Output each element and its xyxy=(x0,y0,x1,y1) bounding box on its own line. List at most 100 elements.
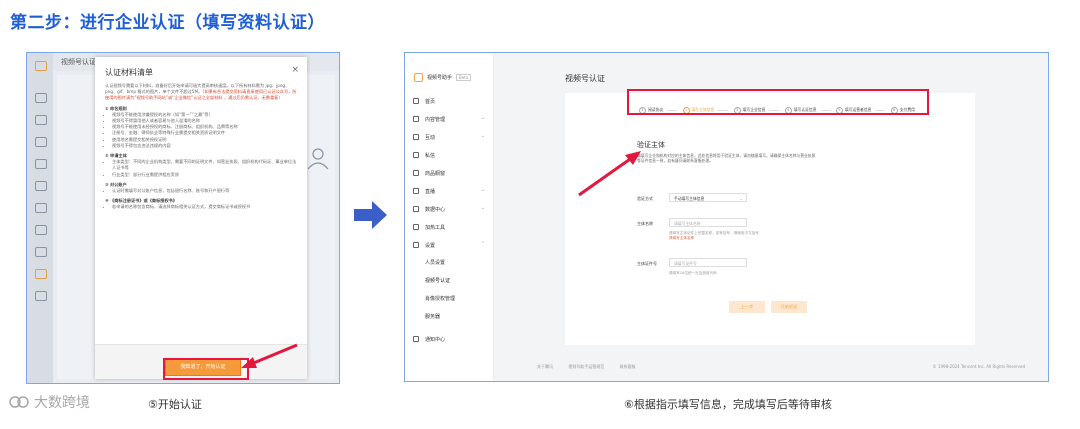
list-item: 视频号不得包含违法违规的内容 xyxy=(112,143,297,149)
section-list: 若申请的名称包含商标，请选择商标相关认证方式，提交商标证书或授权书 xyxy=(105,204,297,210)
sidebar-item-settings[interactable]: 设置 ⌃ xyxy=(405,239,493,253)
red-arrow-icon xyxy=(578,151,641,197)
sidebar-item-label: 商品橱窗 xyxy=(425,171,446,177)
red-arrow-icon xyxy=(241,343,298,368)
footer-link[interactable]: 视频号助手运营规范 xyxy=(568,364,604,369)
message-icon xyxy=(35,159,47,169)
chevron-down-icon: ⌄ xyxy=(480,133,485,139)
sidebar-item-label: 设置 xyxy=(425,243,436,249)
page-title: 视频号认证 xyxy=(565,74,605,83)
screenshot-start-certification: 视频号认证 认证材料清单 × 认证视频号需要以下材料，准备好后开始申请可极大提高… xyxy=(26,52,340,384)
modal-title: 认证材料清单 xyxy=(105,68,153,77)
sidebar-item-label: 通知中心 xyxy=(425,337,446,343)
chevron-down-icon: ⌄ xyxy=(480,187,485,193)
footer-link[interactable]: 关于腾讯 xyxy=(537,364,553,369)
highlight-box xyxy=(627,89,929,115)
select-value: 手动填写主体信息 xyxy=(674,196,705,201)
previous-step-button[interactable]: 上一步 xyxy=(729,301,765,313)
background-sidebar xyxy=(27,53,53,383)
certification-materials-modal: 认证材料清单 × 认证视频号需要以下材料，准备好后开始申请可极大提高审核速度。以… xyxy=(95,57,307,379)
live-icon xyxy=(413,188,419,194)
list-item: 主体类型：不同的企业机构类型，需要不同的证明文件，如营业执照、组织机构代码证、事… xyxy=(112,159,297,171)
boost-icon xyxy=(413,224,419,230)
shop-icon xyxy=(413,170,419,176)
sidebar-item-interaction[interactable]: 互动 ⌄ xyxy=(405,131,493,145)
chevron-down-icon: ⌄ xyxy=(480,205,485,211)
certification-card: 1 阅读协议 2 填写主体信息 3 填写企业信息 4 填写认证信息 5 填写运营者信息 6… xyxy=(565,93,975,345)
footer: 关于腾讯 视频号助手运营规范 联系客服 © 1998-2024 Tencent … xyxy=(537,364,1025,370)
bell-icon xyxy=(35,291,47,301)
chat-icon xyxy=(413,134,419,140)
page-heading: 第二步：进行企业认证（填写资料认证） xyxy=(10,13,325,33)
list-item: 行业类型：部分行业需提供相应资质 xyxy=(112,172,297,178)
data-icon xyxy=(35,225,47,235)
field-label: 主体证件号 xyxy=(637,261,657,266)
start-verification-button[interactable]: 开始验证 xyxy=(771,301,807,313)
watermark: 大数跨境 xyxy=(8,392,90,412)
message-icon xyxy=(413,152,419,158)
sidebar-item-content[interactable]: 内容管理 ⌄ xyxy=(405,113,493,127)
caption-step-6: ⑥根据指示填写信息，完成填写后等待审核 xyxy=(624,398,832,411)
list-item: 若申请的名称包含商标，请选择商标相关认证方式，提交商标证书或授权书 xyxy=(112,204,297,210)
sidebar-item-label: 首页 xyxy=(425,99,436,105)
field-label: 主体名称 xyxy=(637,221,653,226)
section-list: 认证时需填写对公账户信息，包括银行名称、账号和开户银行等 xyxy=(105,188,297,194)
home-icon xyxy=(413,98,419,104)
sidebar-item-live[interactable]: 直播 ⌄ xyxy=(405,185,493,199)
field-help: 请填写18位统一社会信用代码 xyxy=(669,271,717,275)
shop-icon xyxy=(35,181,47,191)
sidebar-subitem-certification[interactable]: 视频号认证 xyxy=(425,277,450,284)
screenshot-fill-information: 视频号助手 Beta 首页 内容管理 ⌄ 互动 ⌄ 私信 商品橱窗 直播 ⌄ 数据中心… xyxy=(404,52,1049,382)
logo-icon xyxy=(414,73,423,82)
close-icon[interactable]: × xyxy=(291,65,299,75)
caption-step-5: ⑤开始认证 xyxy=(148,398,202,411)
blue-arrow-icon xyxy=(354,201,387,229)
watermark-logo-icon xyxy=(9,396,29,408)
sidebar-item-label: 私信 xyxy=(425,153,436,159)
sidebar-item-notifications[interactable]: 通知中心 xyxy=(405,333,493,347)
sidebar-item-home[interactable]: 首页 xyxy=(405,95,493,109)
app-logo: 视频号助手 Beta xyxy=(414,73,472,82)
chevron-down-icon: ⌄ xyxy=(480,115,485,121)
modal-body: 认证视频号需要以下材料，准备好后开始申请可极大提高审核速度。以下所有材料需为 j… xyxy=(105,83,297,214)
bell-icon xyxy=(413,336,419,342)
sidebar-item-shop[interactable]: 商品橱窗 xyxy=(405,167,493,181)
entity-name-input[interactable]: 请填写主体名称 xyxy=(669,218,747,227)
section-list: 视频号不能使用涉嫌侵权的名称（如“第一”“之最”等） 视频号不得冒用他人或者容易… xyxy=(105,112,297,149)
sidebar-subitem-server[interactable]: 服务器 xyxy=(425,313,440,320)
verification-method-select[interactable]: 手动填写主体信息 ⌄ xyxy=(669,193,747,202)
sidebar-subitem-staff[interactable]: 人员设置 xyxy=(425,259,445,266)
entity-id-input[interactable]: 请填写证件号 xyxy=(669,258,747,267)
sidebar-item-label: 直播 xyxy=(425,189,436,195)
modal-intro: 认证视频号需要以下材料，准备好后开始申请可极大提高审核速度。以下所有材料需为 j… xyxy=(105,83,297,102)
copyright: © 1998-2024 Tencent Inc. All Rights Rese… xyxy=(932,364,1025,369)
person-icon xyxy=(307,148,329,170)
content-icon xyxy=(413,116,419,122)
sidebar-item-boost[interactable]: 加热工具 xyxy=(405,221,493,235)
watermark-text: 大数跨境 xyxy=(34,395,90,411)
logo-badge: Beta xyxy=(456,74,472,81)
footer-link[interactable]: 联系客服 xyxy=(620,364,636,369)
background-title: 视频号认证 xyxy=(61,58,96,66)
sidebar-item-data[interactable]: 数据中心 ⌄ xyxy=(405,203,493,217)
chevron-down-icon: ⌄ xyxy=(739,196,743,201)
field-help: 请填写主体证件上完整名称，如有括号，请使用中文括号 请填写主体名称 xyxy=(669,231,759,241)
settings-icon xyxy=(35,269,47,279)
content-icon xyxy=(35,115,47,125)
chat-icon xyxy=(35,137,47,147)
sidebar-item-label: 互动 xyxy=(425,135,436,141)
data-icon xyxy=(413,206,419,212)
form-description: 请填写企业和机构对应的主体信息，此处信息将用于验证主体，请勿随意填写。请确保主体… xyxy=(637,153,816,164)
sidebar-subitem-portrait[interactable]: 肖像授权管理 xyxy=(425,295,455,302)
sidebar-item-messages[interactable]: 私信 xyxy=(405,149,493,163)
sidebar-item-label: 内容管理 xyxy=(425,117,446,123)
sidebar-item-label: 数据中心 xyxy=(425,207,446,213)
boost-icon xyxy=(35,247,47,257)
live-icon xyxy=(35,203,47,213)
section-list: 主体类型：不同的企业机构类型，需要不同的证明文件，如营业执照、组织机构代码证、事… xyxy=(105,159,297,178)
sidebar-item-label: 加热工具 xyxy=(425,225,446,231)
error-text: 请填写主体名称 xyxy=(669,236,695,240)
logo-text: 视频号助手 xyxy=(427,75,453,81)
sidebar: 视频号助手 Beta 首页 内容管理 ⌄ 互动 ⌄ 私信 商品橱窗 直播 ⌄ 数据中心… xyxy=(405,53,494,381)
logo-icon xyxy=(35,61,47,71)
